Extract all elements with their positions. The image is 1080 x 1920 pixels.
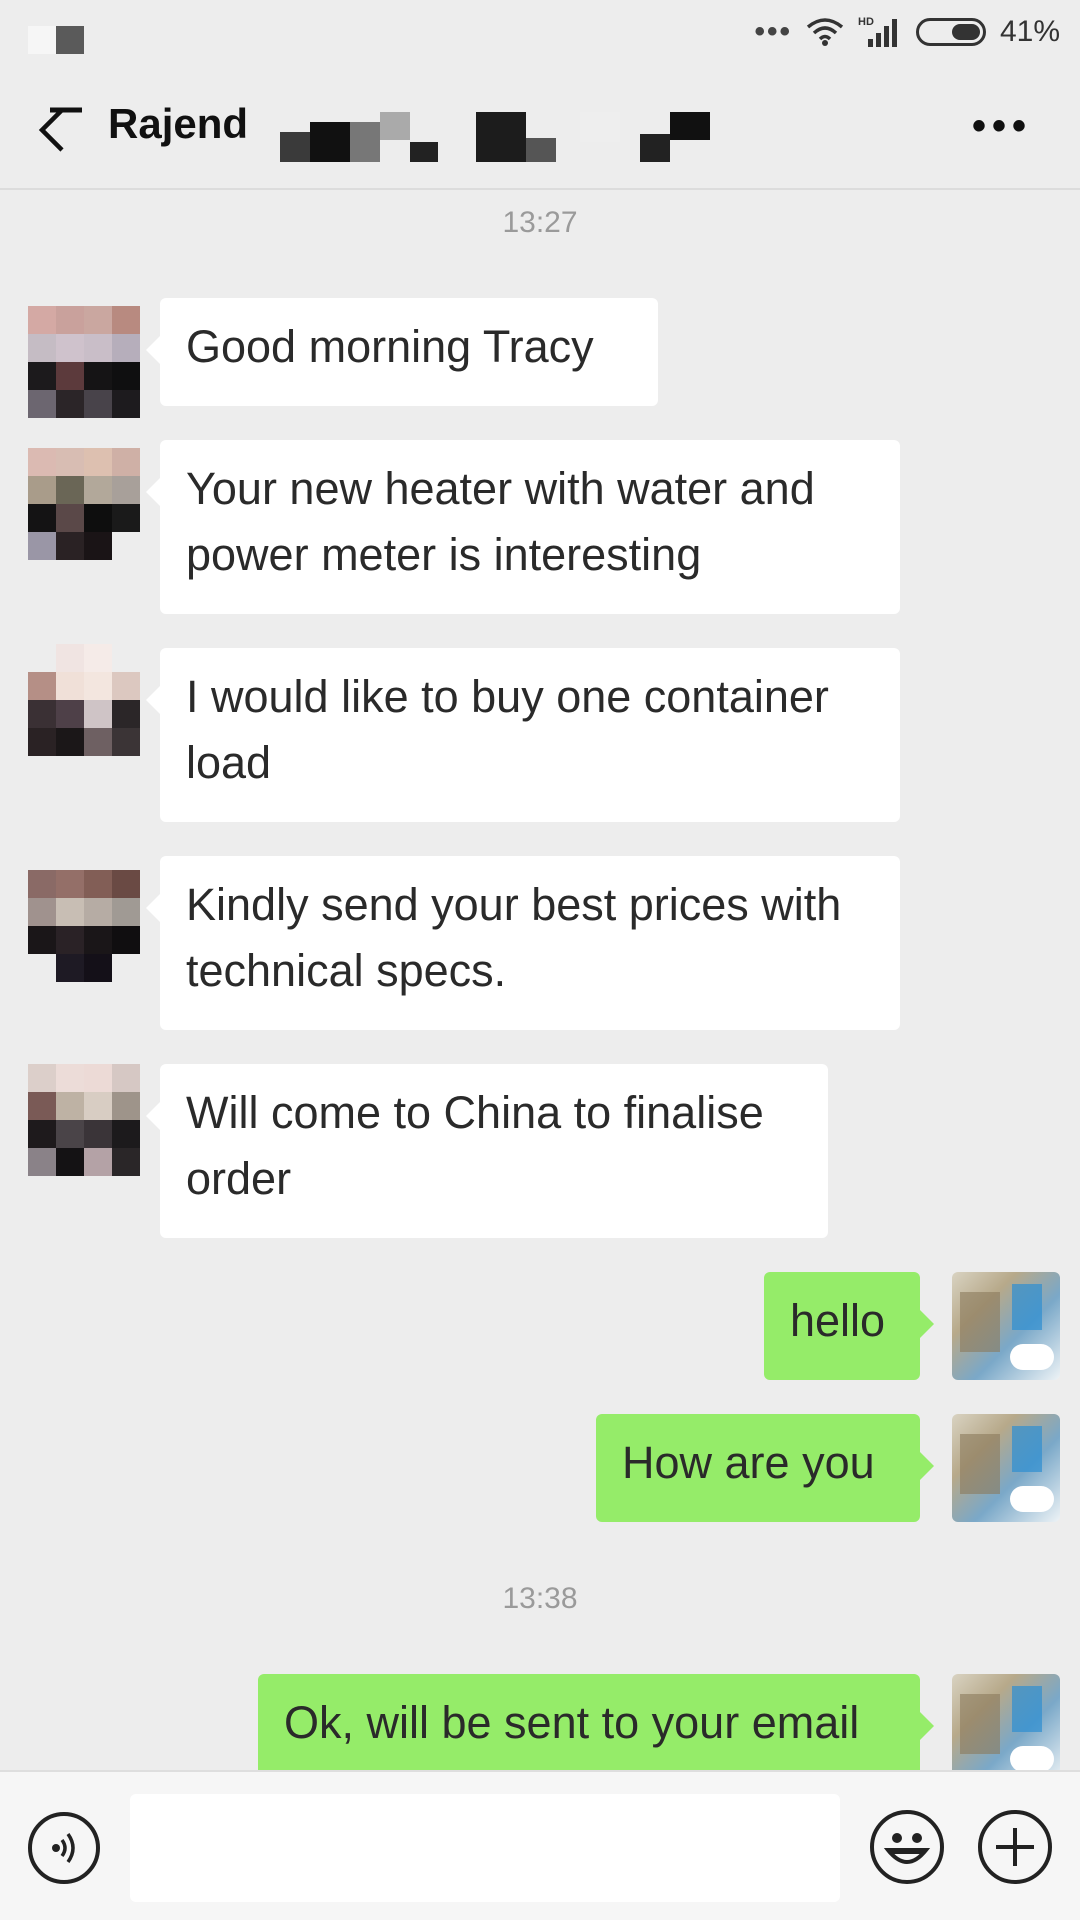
message-bubble-outgoing[interactable]: Ok, will be sent to your email [258,1674,934,1782]
voice-icon [52,1832,75,1864]
message-text: Ok, will be sent to your email [284,1697,860,1748]
message-bubble[interactable]: Kindly send your best prices with techni… [146,856,900,1030]
status-notification-icon [28,26,84,54]
message-bubble-outgoing[interactable]: hello [764,1272,934,1380]
message-bubble-outgoing[interactable]: How are you [596,1414,934,1522]
chat-title: Rajend [108,100,249,147]
message-text: Your new heater with water and power met… [186,463,815,580]
emoji-button[interactable] [870,1810,944,1884]
plus-icon [996,1828,1034,1866]
wifi-icon [806,17,844,47]
status-bar: ••• HD 41% [0,0,1080,64]
network-label: HD [858,16,874,28]
emoji-icon [883,1833,931,1864]
chat-header: Rajend ••• [0,64,1080,190]
contact-avatar[interactable] [28,448,140,560]
message-bubble[interactable]: Good morning Tracy [146,298,658,406]
battery-percent: 41% [999,15,1060,48]
voice-button[interactable] [28,1812,100,1884]
status-indicators: ••• HD 41% [754,14,1060,50]
timestamp: 13:38 [502,1582,578,1615]
message-text: Will come to China to finalise order [186,1087,764,1204]
plus-button[interactable] [978,1810,1052,1884]
signal-icon: HD [858,15,902,49]
message-text: How are you [622,1437,875,1488]
message-bubble[interactable]: Your new heater with water and power met… [146,440,900,614]
message-text: I would like to buy one container load [186,671,829,788]
timestamp: 13:27 [502,206,578,239]
contact-avatar[interactable] [28,644,140,756]
message-input[interactable] [130,1794,840,1902]
back-arrow-icon [38,107,82,152]
contact-avatar[interactable] [28,870,140,982]
message-bubble[interactable]: I would like to buy one container load [146,648,900,822]
input-bar [0,1770,1080,1920]
redacted-name [280,112,730,170]
contact-avatar[interactable] [28,306,140,418]
message-text: hello [790,1295,886,1346]
my-avatar[interactable] [952,1414,1060,1522]
contact-avatar[interactable] [28,1064,140,1176]
back-button[interactable] [36,104,92,152]
more-icon[interactable]: ••• [972,106,1032,146]
message-text: Good morning Tracy [186,321,594,372]
message-text: Kindly send your best prices with techni… [186,879,842,996]
status-more-icon: ••• [754,15,792,48]
my-avatar[interactable] [952,1674,1060,1782]
my-avatar[interactable] [952,1272,1060,1380]
message-bubble[interactable]: Will come to China to finalise order [146,1064,828,1238]
battery-icon [915,18,986,46]
